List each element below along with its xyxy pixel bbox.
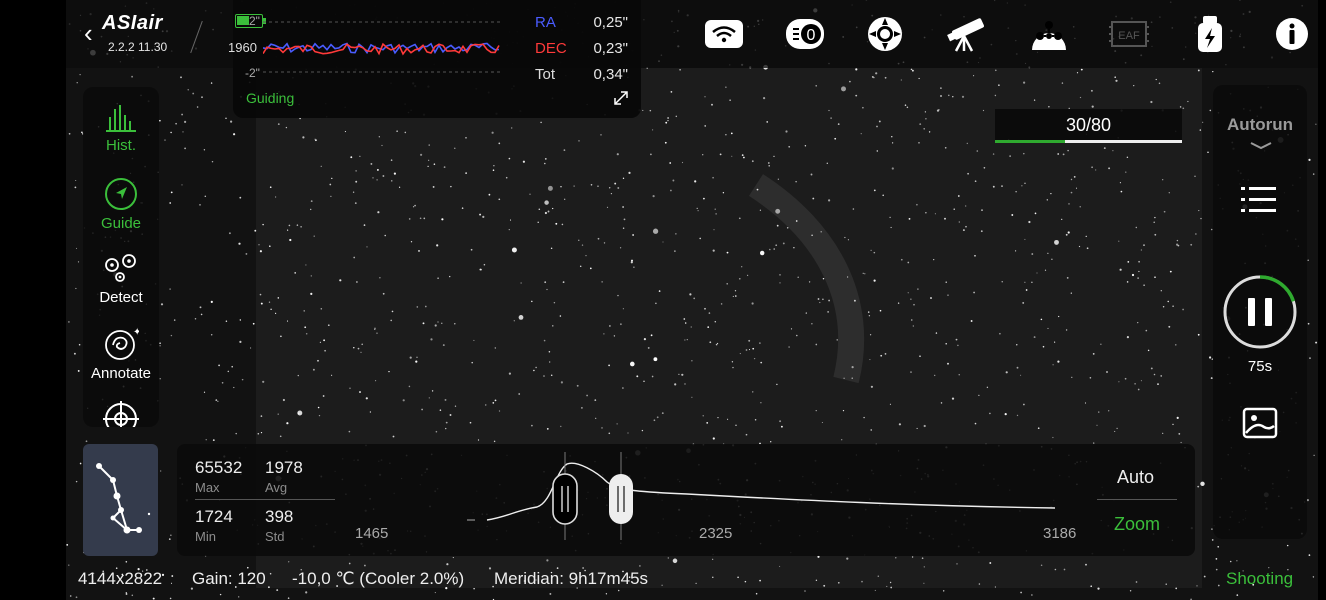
telescope-icon[interactable] — [946, 14, 988, 54]
dec-trace — [263, 42, 500, 56]
detect-icon — [105, 254, 136, 282]
guide-stat-name: RA — [535, 14, 556, 31]
constellation-thumbnail[interactable] — [83, 444, 158, 556]
stat-avg-label: Avg — [265, 480, 288, 495]
black-point-handle[interactable] — [552, 473, 578, 525]
stat-std-label: Std — [265, 529, 285, 544]
progress-fill — [995, 140, 1066, 143]
side-item-label: Guide — [100, 215, 142, 232]
svg-text:0: 0 — [807, 27, 816, 44]
side-item-annotate[interactable]: ✦ Annotate — [83, 327, 159, 382]
camera-icon[interactable]: 0 — [784, 14, 826, 54]
autorun-panel: Autorun 75s — [1213, 85, 1307, 539]
info-icon[interactable] — [1271, 14, 1313, 54]
eaf-label: EAF — [1118, 30, 1140, 42]
guide-stat-value: 0,25" — [593, 14, 628, 31]
mount-crosshair-icon[interactable] — [864, 14, 906, 54]
autorun-label[interactable]: Autorun — [1213, 115, 1307, 135]
svg-text:✦: ✦ — [133, 327, 139, 338]
side-item-histogram[interactable]: Hist. — [83, 103, 159, 154]
app-version: 2.2.2 11.30 — [108, 40, 168, 54]
stat-max-value: 65532 — [195, 458, 243, 477]
histogram-tick-mid: 2325 — [699, 525, 733, 542]
histogram-tick-low: 1465 — [355, 525, 389, 542]
side-item-label: Detect — [99, 289, 143, 306]
pause-button[interactable] — [1222, 274, 1298, 350]
exposure-countdown: 75s — [1247, 358, 1273, 375]
progress-text: 30/80 — [1065, 115, 1112, 135]
status-bar: 4144x2822 Gain: 120 -10,0 ℃ (Cooler 2.0%… — [66, 560, 1318, 600]
list-icon[interactable] — [1241, 185, 1277, 215]
chevron-down-icon[interactable] — [1249, 141, 1273, 151]
stat-avg-value: 1978 — [265, 458, 303, 477]
histogram-panel: 65532 Max 1978 Avg 1724 Min 398 Std 1465 — [177, 444, 1195, 556]
expand-icon[interactable] — [611, 88, 631, 108]
left-edge — [0, 0, 66, 600]
status-meridian: Meridian: 9h17m45s — [494, 569, 649, 588]
histogram-icon — [106, 105, 136, 132]
stat-divider — [195, 499, 335, 500]
histogram-curve[interactable] — [467, 452, 1067, 548]
white-point-handle[interactable] — [609, 474, 633, 524]
guide-axis-bottom: -2" — [245, 66, 260, 80]
histogram-tick-high: 3186 — [1043, 525, 1077, 542]
eaf-focuser-icon[interactable]: EAF — [1108, 14, 1150, 54]
side-menu: Hist. Guide Detect ✦ Annotate — [83, 87, 159, 427]
capture-screen: ‹ ASIair 2.2.2 11.30 0 EAF 2" 1960 -2" R… — [0, 0, 1326, 600]
filter-wheel-icon[interactable] — [1028, 14, 1070, 54]
side-item-guide[interactable]: Guide — [83, 177, 159, 232]
zoom-button[interactable]: Zoom — [1114, 514, 1160, 535]
status-mode: Shooting — [1226, 569, 1294, 588]
polar-align-icon — [103, 401, 139, 427]
header-divider — [190, 20, 203, 54]
status-temperature: -10,0 ℃ (Cooler 2.0%) — [292, 569, 465, 588]
side-item-label: Hist. — [106, 137, 136, 154]
sequence-progress: 30/80 — [995, 109, 1182, 143]
stat-std-value: 398 — [265, 507, 294, 526]
guide-icon — [105, 178, 137, 210]
auto-stretch-button[interactable]: Auto — [1117, 467, 1154, 488]
guide-stat-name: DEC — [535, 40, 567, 57]
guide-stat-value: 0,34" — [593, 66, 628, 83]
side-item-label: Annotate — [90, 365, 152, 382]
side-item-polar-align[interactable] — [83, 401, 159, 427]
usb-drive-icon[interactable] — [1189, 14, 1231, 54]
stat-max-label: Max — [195, 480, 220, 495]
stat-min-value: 1724 — [195, 507, 233, 526]
app-logo: ASIair — [102, 12, 163, 34]
side-item-detect[interactable]: Detect — [83, 253, 159, 306]
guide-stat-value: 0,23" — [593, 40, 628, 57]
right-edge — [1318, 0, 1326, 600]
status-resolution: 4144x2822 — [78, 569, 163, 588]
back-button[interactable]: ‹ — [84, 20, 102, 48]
auto-divider — [1097, 499, 1177, 500]
constellation-map — [96, 463, 151, 534]
annotate-icon: ✦ — [105, 327, 139, 360]
guide-graph — [263, 21, 501, 73]
guide-axis-mid: 1960 — [228, 40, 257, 55]
status-gain: Gain: 120 — [192, 569, 266, 588]
guiding-panel[interactable]: 2" 1960 -2" RA 0,25" DEC 0,23" Tot 0,34" Guid… — [228, 0, 641, 118]
image-gallery-icon[interactable] — [1242, 407, 1278, 439]
guiding-status: Guiding — [246, 90, 295, 106]
guide-axis-top: 2" — [249, 14, 260, 28]
guide-stat-name: Tot — [535, 66, 556, 83]
stat-min-label: Min — [195, 529, 216, 544]
wifi-icon[interactable] — [703, 14, 745, 54]
